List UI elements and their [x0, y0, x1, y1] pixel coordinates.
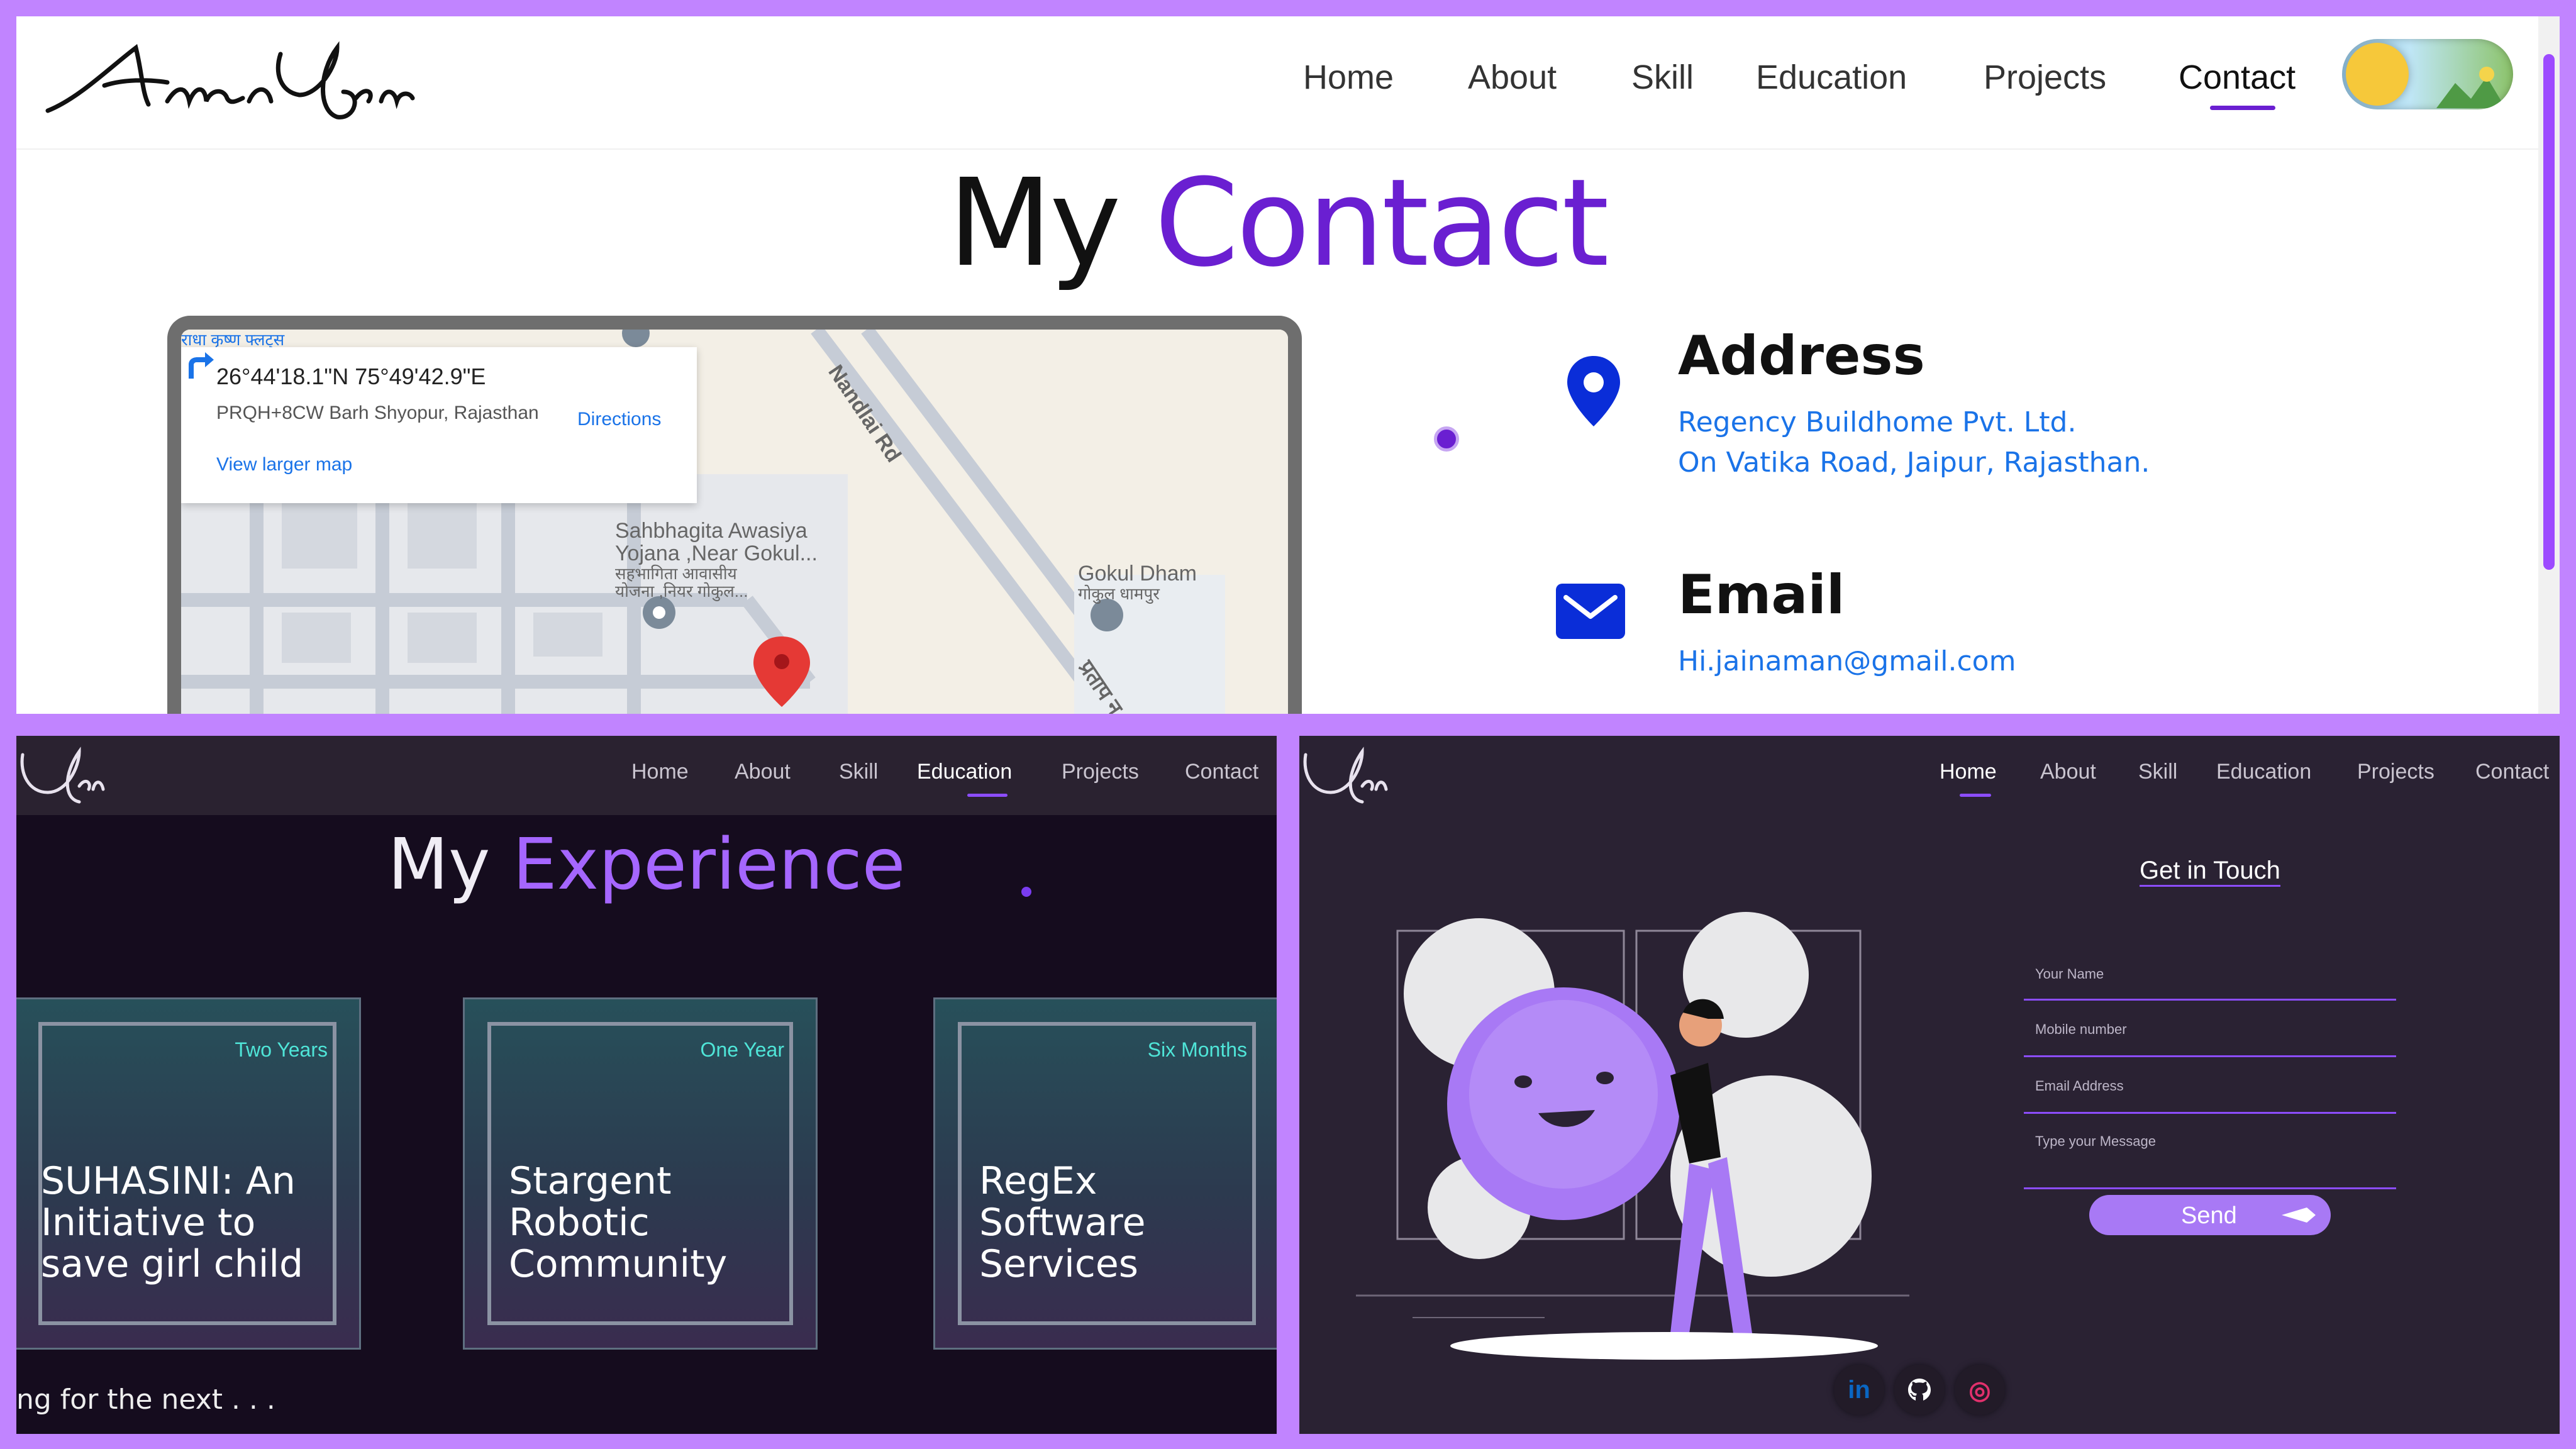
title-accent: Contact — [1154, 153, 1609, 294]
linkedin-icon[interactable]: in — [1834, 1365, 1884, 1415]
map-place-label: Sahbhagita Awasiya Yojana ,Near Gokul...… — [615, 519, 818, 601]
theme-toggle[interactable] — [2342, 39, 2513, 109]
location-pin-icon — [1567, 356, 1620, 426]
directions-link[interactable]: Directions — [577, 409, 661, 430]
email-icon — [1556, 584, 1625, 639]
signature-logo[interactable] — [42, 35, 419, 133]
experience-card[interactable]: One Year Stargent Robotic Community — [463, 997, 818, 1350]
signature-logo[interactable] — [1299, 742, 1394, 808]
instagram-icon[interactable]: ◎ — [1955, 1365, 2005, 1415]
sun-icon — [2346, 43, 2409, 106]
character-illustration — [1356, 912, 1909, 1360]
experience-card[interactable]: Six Months RegEx Software Services — [933, 997, 1277, 1350]
card-duration: Six Months — [1147, 1038, 1247, 1061]
experience-panel: Home About Skill Education Projects Cont… — [16, 736, 1277, 1434]
nav-home[interactable]: Home — [1940, 760, 1997, 784]
get-in-touch-heading: Get in Touch — [2140, 857, 2280, 887]
decorative-dot — [1021, 887, 1031, 897]
mobile-field[interactable]: Mobile number — [2024, 1006, 2396, 1057]
map-plus-code: PRQH+8CW Barh Shyopur, Rajasthan — [216, 402, 539, 423]
landscape-icon — [2436, 67, 2506, 108]
map-place-top: राधा कृष्ण फ्लट्स — [181, 330, 285, 349]
nav-skill[interactable]: Skill — [839, 760, 878, 784]
title-accent: Experience — [512, 824, 906, 906]
send-button[interactable]: Send — [2089, 1195, 2331, 1235]
send-label: Send — [2181, 1202, 2237, 1229]
address-line-2: On Vatika Road, Jaipur, Rajasthan. — [1678, 447, 2150, 479]
nav-projects[interactable]: Projects — [2357, 760, 2434, 784]
map-info-card: 26°44'18.1"N 75°49'42.9"E PRQH+8CW Barh … — [181, 347, 697, 503]
nav-contact[interactable]: Contact — [2475, 760, 2549, 784]
active-nav-indicator — [1960, 794, 1991, 797]
map-place-label-2: Gokul Dham गोकुल धामपुर — [1078, 562, 1197, 603]
nav-projects[interactable]: Projects — [1062, 760, 1139, 784]
active-nav-indicator — [2210, 106, 2275, 110]
name-field[interactable]: Your Name — [2024, 951, 2396, 1001]
email-placeholder: Email Address — [2035, 1078, 2124, 1094]
address-line-1: Regency Buildhome Pvt. Ltd. — [1678, 406, 2077, 438]
nav-about[interactable]: About — [735, 760, 791, 784]
github-icon[interactable] — [1894, 1365, 1945, 1415]
signature-logo[interactable] — [16, 742, 111, 808]
decorative-dot — [1434, 426, 1459, 452]
nav-contact[interactable]: Contact — [1185, 760, 1258, 784]
get-in-touch-panel: Home About Skill Education Projects Cont… — [1299, 736, 2560, 1434]
email-link[interactable]: Hi.jainaman@gmail.com — [1678, 645, 2016, 677]
footer-text: ng for the next . . . — [16, 1384, 275, 1416]
address-heading: Address — [1678, 325, 1925, 387]
nav-projects[interactable]: Projects — [1984, 58, 2106, 97]
message-field[interactable]: Type your Message — [2024, 1118, 2396, 1189]
nav-education[interactable]: Education — [2216, 760, 2311, 784]
mobile-placeholder: Mobile number — [2035, 1021, 2127, 1037]
title-plain: My — [387, 824, 491, 906]
card-title: Stargent Robotic Community — [509, 1159, 728, 1286]
nav-about[interactable]: About — [1468, 58, 1557, 97]
message-placeholder: Type your Message — [2035, 1133, 2156, 1149]
map-embed[interactable]: राधा कृष्ण फ्लट्स 26°44'18.1"N 75°49'42.… — [167, 316, 1302, 714]
top-nav: Home About Skill Education Projects Cont… — [1299, 736, 2560, 815]
contact-panel: Home About Skill Education Projects Cont… — [16, 16, 2560, 714]
page-title: My Experience — [16, 824, 1277, 906]
card-title: RegEx Software Services — [979, 1159, 1146, 1286]
email-heading: Email — [1678, 564, 1845, 626]
nav-home[interactable]: Home — [1303, 58, 1394, 97]
card-title: SUHASINI: An Initiative to save girl chi… — [41, 1159, 304, 1286]
card-duration: One Year — [700, 1038, 784, 1061]
nav-skill[interactable]: Skill — [2138, 760, 2177, 784]
card-duration: Two Years — [235, 1038, 328, 1061]
active-nav-indicator — [967, 794, 1008, 797]
nav-education[interactable]: Education — [1756, 58, 1907, 97]
email-field[interactable]: Email Address — [2024, 1063, 2396, 1114]
send-icon — [2282, 1208, 2316, 1223]
scrollbar-thumb[interactable] — [2543, 54, 2555, 570]
nav-about[interactable]: About — [2040, 760, 2096, 784]
name-placeholder: Your Name — [2035, 966, 2104, 982]
nav-home[interactable]: Home — [631, 760, 689, 784]
top-nav: Home About Skill Education Projects Cont… — [16, 16, 2538, 150]
nav-skill[interactable]: Skill — [1631, 58, 1694, 97]
page-title: My Contact — [16, 148, 2538, 299]
view-larger-map-link[interactable]: View larger map — [216, 454, 352, 475]
scrollbar[interactable] — [2538, 16, 2560, 714]
directions-icon[interactable] — [181, 347, 216, 382]
nav-education[interactable]: Education — [917, 760, 1012, 784]
experience-card[interactable]: Two Years SUHASINI: An Initiative to sav… — [16, 997, 361, 1350]
top-nav: Home About Skill Education Projects Cont… — [16, 736, 1277, 815]
nav-contact[interactable]: Contact — [2179, 58, 2296, 97]
title-plain: My — [948, 153, 1121, 294]
map-coordinates: 26°44'18.1"N 75°49'42.9"E — [216, 364, 486, 389]
